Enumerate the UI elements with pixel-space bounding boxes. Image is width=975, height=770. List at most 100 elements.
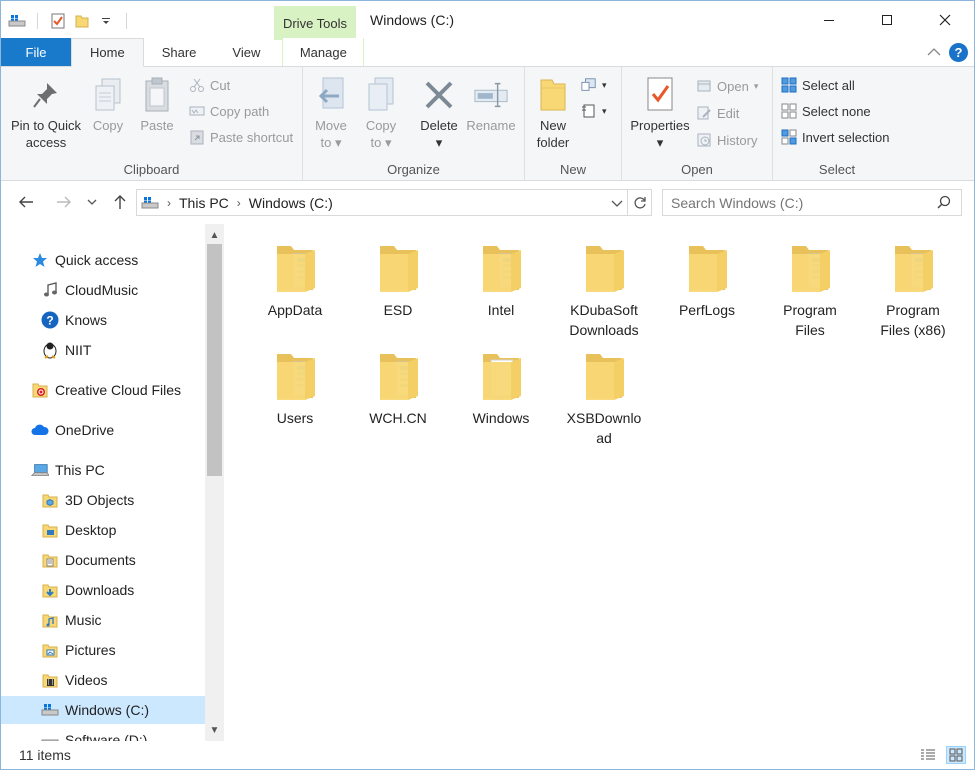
new-group: New folder ▾ ▾ New: [525, 67, 622, 181]
copy-icon: [90, 75, 126, 115]
address-dropdown-button[interactable]: [609, 194, 625, 212]
sidebar-scrollbar[interactable]: ▲ ▼: [205, 224, 224, 741]
drive-tools-context-tab: Drive Tools: [274, 6, 356, 40]
file-item[interactable]: AppData: [248, 240, 342, 320]
open-button[interactable]: Open ▾: [696, 75, 758, 97]
paste-icon: [139, 75, 175, 115]
copy-to-button[interactable]: Copy to ▾: [361, 75, 401, 151]
sidebar-item-niit[interactable]: NIIT: [41, 336, 91, 364]
new-folder-button[interactable]: New folder: [533, 75, 573, 151]
sidebar-item-onedrive[interactable]: OneDrive: [31, 416, 114, 444]
sidebar-item-creative-cloud[interactable]: Creative Cloud Files: [31, 376, 181, 404]
new-group-label: New: [559, 162, 586, 177]
delete-dropdown-icon[interactable]: ▾: [417, 134, 461, 151]
sidebar-item-documents[interactable]: Documents: [41, 546, 136, 574]
back-button[interactable]: [15, 191, 37, 213]
up-button[interactable]: [109, 191, 131, 213]
window-controls: [800, 1, 974, 39]
select-all-button[interactable]: Select all: [781, 74, 855, 96]
navigation-pane: Quick access CloudMusic ? Knows NIIT Cre…: [1, 224, 205, 741]
file-item[interactable]: Users: [248, 348, 342, 428]
minimize-button[interactable]: [800, 1, 858, 39]
sidebar-item-desktop[interactable]: Desktop: [41, 516, 116, 544]
select-none-button[interactable]: Select none: [781, 100, 871, 122]
file-item[interactable]: KDubaSoft Downloads: [557, 240, 651, 340]
details-view-button[interactable]: [918, 746, 938, 764]
recent-locations-button[interactable]: [84, 191, 100, 213]
search-icon[interactable]: [937, 195, 951, 212]
new-item-button[interactable]: ▾: [581, 74, 607, 96]
file-item[interactable]: WCH.CN: [351, 348, 445, 428]
tab-file[interactable]: File: [1, 38, 71, 66]
properties-dropdown-icon[interactable]: ▾: [626, 134, 694, 151]
tab-share[interactable]: Share: [144, 38, 215, 66]
collapse-ribbon-icon[interactable]: [927, 45, 941, 60]
properties-button[interactable]: Properties ▾: [626, 75, 694, 151]
sidebar-item-3d-objects[interactable]: 3D Objects: [41, 486, 134, 514]
properties-icon[interactable]: [48, 11, 68, 31]
file-item[interactable]: Program Files: [763, 240, 857, 340]
delete-button[interactable]: Delete ▾: [417, 75, 461, 151]
cut-button[interactable]: Cut: [189, 74, 230, 96]
file-item[interactable]: XSBDownlo ad: [557, 348, 651, 448]
breadcrumb-separator-icon-2[interactable]: ›: [237, 196, 241, 210]
sidebar-item-label: 3D Objects: [65, 492, 135, 508]
sidebar-item-knows[interactable]: ? Knows: [41, 306, 107, 334]
tab-manage[interactable]: Manage: [282, 38, 365, 66]
sidebar-item-quick-access[interactable]: Quick access: [31, 246, 138, 274]
scroll-thumb[interactable]: [207, 244, 222, 476]
paste-shortcut-button[interactable]: Paste shortcut: [189, 126, 293, 148]
copy-path-button[interactable]: Copy path: [189, 100, 269, 122]
edit-label: Edit: [717, 105, 740, 121]
sidebar-item-pictures[interactable]: Pictures: [41, 636, 116, 664]
pin-to-quick-access-button[interactable]: Pin to Quick access: [7, 75, 85, 151]
file-name-line1: WCH.CN: [369, 410, 427, 426]
breadcrumb-separator-icon[interactable]: ›: [167, 196, 171, 210]
forward-button[interactable]: [53, 191, 75, 213]
pin-icon: [28, 75, 64, 115]
file-item[interactable]: PerfLogs: [660, 240, 754, 320]
easy-access-button[interactable]: ▾: [581, 100, 607, 122]
history-button[interactable]: History: [696, 129, 757, 151]
tab-view[interactable]: View: [214, 38, 278, 66]
ribbon-options: ?: [927, 43, 968, 62]
file-item[interactable]: Windows: [454, 348, 548, 428]
sidebar-item-music[interactable]: Music: [41, 606, 102, 634]
move-to-button[interactable]: Move to ▾: [311, 75, 351, 151]
paste-button[interactable]: Paste: [135, 75, 179, 134]
breadcrumb-current[interactable]: Windows (C:): [249, 195, 333, 211]
refresh-button[interactable]: [627, 190, 651, 215]
large-icons-view-button[interactable]: [946, 746, 966, 764]
maximize-button[interactable]: [858, 1, 916, 39]
rename-button[interactable]: Rename: [465, 75, 517, 134]
close-button[interactable]: [916, 1, 974, 39]
open-group-label: Open: [681, 162, 713, 177]
sidebar-item-label: Pictures: [65, 642, 116, 658]
sidebar-item-downloads[interactable]: Downloads: [41, 576, 134, 604]
file-item[interactable]: Intel: [454, 240, 548, 320]
status-bar: 11 items: [1, 741, 974, 769]
scroll-up-icon[interactable]: ▲: [205, 226, 224, 244]
search-input[interactable]: [671, 194, 931, 211]
details-view-icon: [921, 749, 935, 760]
sidebar-item-windows-c[interactable]: Windows (C:): [1, 696, 205, 724]
sidebar-item-cloudmusic[interactable]: CloudMusic: [41, 276, 138, 304]
invert-selection-button[interactable]: Invert selection: [781, 126, 889, 148]
sidebar-item-software-d[interactable]: Software (D:): [41, 726, 147, 741]
new-folder-icon[interactable]: [72, 11, 92, 31]
breadcrumb-this-pc[interactable]: This PC: [179, 195, 229, 211]
drive-app-icon[interactable]: [7, 11, 27, 31]
sidebar-item-this-pc[interactable]: This PC: [31, 456, 105, 484]
file-item[interactable]: Program Files (x86): [866, 240, 960, 340]
help-icon[interactable]: ?: [949, 43, 968, 62]
address-bar[interactable]: › This PC › Windows (C:): [136, 189, 652, 216]
file-item[interactable]: ESD: [351, 240, 445, 320]
sidebar-item-label: Software (D:): [65, 732, 148, 741]
sidebar-item-videos[interactable]: Videos: [41, 666, 108, 694]
scroll-down-icon[interactable]: ▼: [205, 721, 224, 739]
copy-button[interactable]: Copy: [87, 75, 129, 134]
edit-button[interactable]: Edit: [696, 102, 739, 124]
tab-home[interactable]: Home: [71, 38, 144, 67]
customize-qat-icon[interactable]: [96, 11, 116, 31]
search-box[interactable]: [662, 189, 962, 216]
